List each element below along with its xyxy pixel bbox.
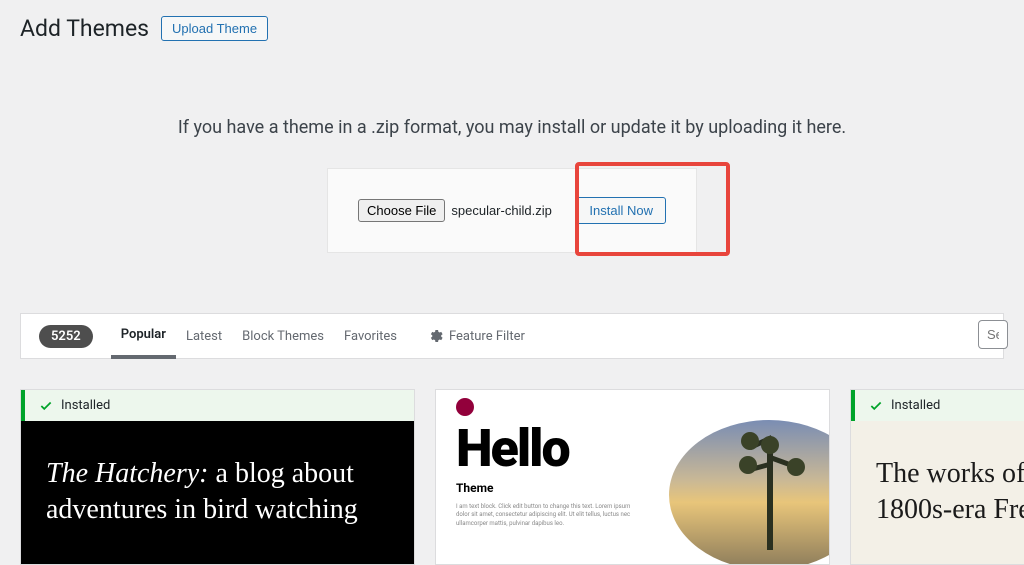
preview-text: The works of Berthe Morisot, 1800s-era F… <box>876 458 1024 525</box>
theme-card[interactable]: Installed The Hatchery: a blog about adv… <box>20 389 415 565</box>
installed-label: Installed <box>61 398 110 413</box>
tab-latest[interactable]: Latest <box>176 314 232 358</box>
theme-count-badge: 5252 <box>39 325 93 348</box>
installed-label: Installed <box>891 398 940 413</box>
filter-tabs: Popular Latest Block Themes Favorites Fe… <box>111 314 535 358</box>
theme-card[interactable]: Hello Theme I am text block. Click edit … <box>435 389 830 565</box>
choose-file-button[interactable]: Choose File <box>358 199 445 222</box>
hello-lorem: I am text block. Click edit button to ch… <box>456 503 636 528</box>
file-picker: Choose File specular-child.zip <box>358 199 552 222</box>
installed-banner: Installed <box>851 390 1024 421</box>
search-input[interactable] <box>978 320 1008 349</box>
upload-panel: Choose File specular-child.zip Install N… <box>327 168 697 253</box>
check-icon <box>869 399 883 413</box>
page-header: Add Themes Upload Theme <box>0 0 1024 52</box>
tab-popular[interactable]: Popular <box>111 314 176 359</box>
upload-hint-text: If you have a theme in a .zip format, yo… <box>0 117 1024 138</box>
chosen-file-name: specular-child.zip <box>451 203 551 218</box>
theme-preview: Hello Theme I am text block. Click edit … <box>436 390 829 564</box>
preview-title-italic: The Hatchery: <box>46 458 209 489</box>
upload-theme-button[interactable]: Upload Theme <box>161 16 268 41</box>
theme-filter-bar: 5252 Popular Latest Block Themes Favorit… <box>20 313 1004 359</box>
theme-preview: The Hatchery: a blog about adventures in… <box>21 421 414 565</box>
gear-icon <box>427 328 443 344</box>
tab-block-themes[interactable]: Block Themes <box>232 314 334 358</box>
theme-preview: The works of Berthe Morisot, 1800s-era F… <box>851 421 1024 565</box>
cactus-icon <box>739 430 799 550</box>
install-now-button[interactable]: Install Now <box>576 197 666 224</box>
theme-grid: Installed The Hatchery: a blog about adv… <box>0 359 1024 565</box>
brand-dot-icon <box>456 398 474 416</box>
page-title: Add Themes <box>20 15 149 42</box>
installed-banner: Installed <box>21 390 414 421</box>
check-icon <box>39 399 53 413</box>
tab-favorites[interactable]: Favorites <box>334 314 407 358</box>
theme-card[interactable]: Installed The works of Berthe Morisot, 1… <box>850 389 1024 565</box>
feature-filter-button[interactable]: Feature Filter <box>417 314 535 358</box>
feature-filter-label: Feature Filter <box>449 329 525 344</box>
